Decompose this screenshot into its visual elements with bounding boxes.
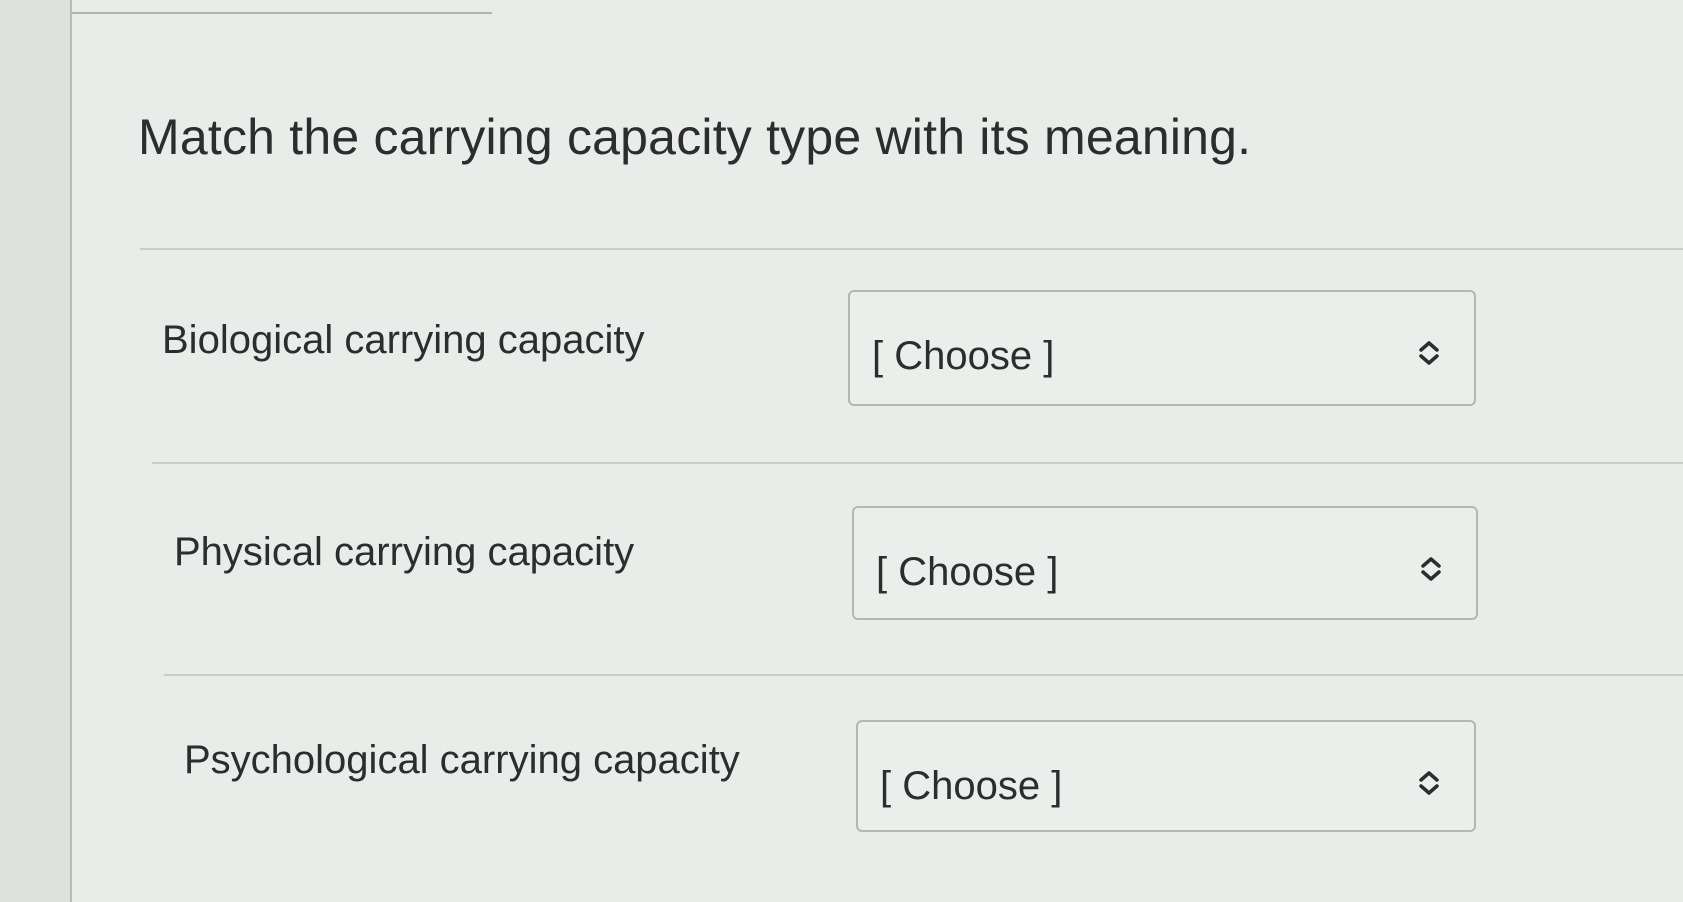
row-divider <box>152 462 1683 464</box>
updown-chevron-icon <box>1421 557 1441 581</box>
answer-select[interactable]: [ Choose ] <box>856 720 1476 832</box>
question-panel: Match the carrying capacity type with it… <box>72 0 1683 902</box>
row-label: Physical carrying capacity <box>174 530 635 574</box>
row-label: Biological carrying capacity <box>162 318 645 362</box>
updown-chevron-icon <box>1419 341 1439 365</box>
answer-select[interactable]: [ Choose ] <box>848 290 1476 406</box>
left-gutter <box>0 0 72 902</box>
top-divider <box>72 12 492 14</box>
row-divider <box>140 248 1683 250</box>
updown-chevron-icon <box>1419 771 1439 795</box>
question-text: Match the carrying capacity type with it… <box>138 109 1252 165</box>
row-label: Psychological carrying capacity <box>184 738 740 782</box>
answer-select[interactable]: [ Choose ] <box>852 506 1478 620</box>
row-divider <box>164 674 1683 676</box>
select-value: [ Choose ] <box>880 764 1063 808</box>
select-value: [ Choose ] <box>876 550 1059 594</box>
select-value: [ Choose ] <box>872 334 1055 378</box>
